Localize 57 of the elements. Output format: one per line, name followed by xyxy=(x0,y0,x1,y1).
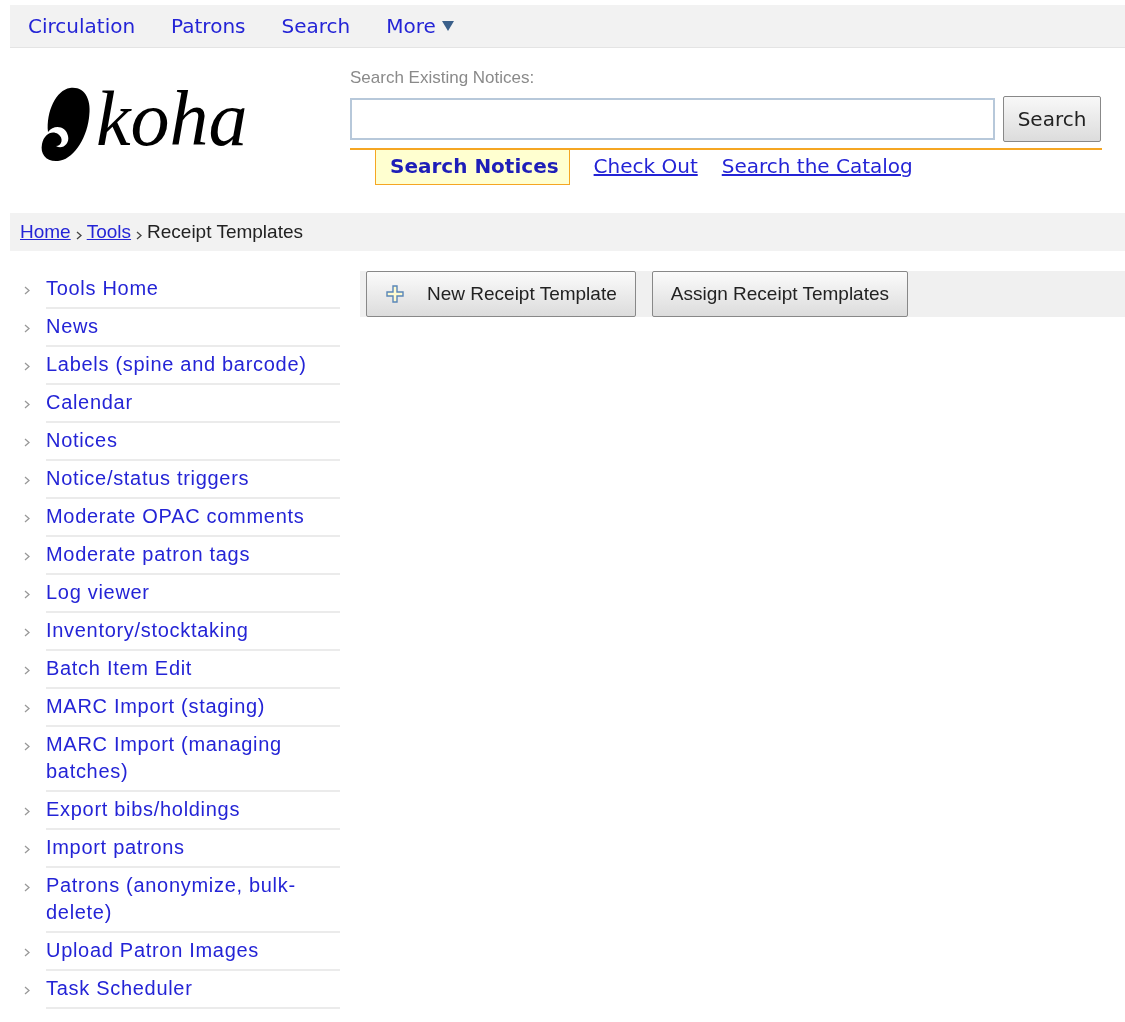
breadcrumb-current: Receipt Templates xyxy=(147,221,303,243)
sidebar-link[interactable]: Calendar xyxy=(46,385,340,423)
chevron-icon xyxy=(24,666,30,675)
sidebar-link[interactable]: MARC Import (managing batches) xyxy=(46,727,340,792)
chevron-icon xyxy=(24,628,30,637)
chevron-icon xyxy=(24,514,30,523)
sidebar-link[interactable]: Log viewer xyxy=(46,575,340,613)
nav-link[interactable]: Patrons xyxy=(171,14,246,38)
caret-icon xyxy=(441,21,454,31)
nav-link[interactable]: More xyxy=(386,14,454,38)
chevron-icon xyxy=(24,742,30,751)
chevron-icon xyxy=(24,286,30,295)
breadcrumb-link[interactable]: Home xyxy=(20,221,71,243)
nav-link[interactable]: Circulation xyxy=(28,14,136,38)
sidebar-link[interactable]: Import patrons xyxy=(46,830,340,868)
chevron-icon xyxy=(24,438,30,447)
chevron-icon xyxy=(24,324,30,333)
sidebar-link[interactable]: Upload Patron Images xyxy=(46,933,340,971)
sidebar-link[interactable]: Moderate patron tags xyxy=(46,537,340,575)
search-field[interactable] xyxy=(350,98,995,140)
chevron-icon xyxy=(24,807,30,816)
sidebar-link[interactable]: Batch Item Edit xyxy=(46,651,340,689)
chevron-icon xyxy=(24,986,30,995)
sidebar-link[interactable]: MARC Import (staging) xyxy=(46,689,340,727)
chevron-icon xyxy=(24,552,30,561)
search-tab[interactable]: Search Notices xyxy=(375,150,570,185)
assign-button[interactable]: Assign Receipt Templates xyxy=(651,271,908,317)
sidebar-link[interactable]: Labels (spine and barcode) xyxy=(46,347,340,385)
chevron-icon xyxy=(24,400,30,409)
chevron-icon xyxy=(24,362,30,371)
sidebar-link[interactable]: Task Scheduler xyxy=(46,971,340,1009)
chevron-icon xyxy=(136,230,143,240)
sidebar-link[interactable]: Notice/status triggers xyxy=(46,461,340,499)
new-button[interactable]: New Receipt Template xyxy=(366,271,636,317)
sidebar-link[interactable]: News xyxy=(46,309,340,347)
chevron-icon xyxy=(24,590,30,599)
chevron-icon xyxy=(24,948,30,957)
search-tab[interactable]: Search the Catalog xyxy=(721,150,913,182)
nav-link[interactable]: Search xyxy=(281,14,351,38)
search-tab[interactable]: Check Out xyxy=(593,150,698,182)
search-button[interactable]: Search xyxy=(1003,96,1101,142)
plus-icon xyxy=(385,284,405,304)
chevron-icon xyxy=(24,883,30,892)
logo-text: koha xyxy=(96,80,248,158)
sidebar-link[interactable]: Patrons (anonymize, bulk-delete) xyxy=(46,868,340,933)
sidebar-link[interactable]: Moderate OPAC comments xyxy=(46,499,340,537)
sidebar-link[interactable]: Notices xyxy=(46,423,340,461)
chevron-icon xyxy=(75,230,82,240)
chevron-icon xyxy=(24,704,30,713)
sidebar-link[interactable]: Export bibs/holdings xyxy=(46,792,340,830)
breadcrumb-link[interactable]: Tools xyxy=(86,221,132,243)
chevron-icon xyxy=(24,845,30,854)
chevron-icon xyxy=(24,476,30,485)
logo-mark-icon xyxy=(40,86,92,164)
sidebar-link[interactable]: Inventory/stocktaking xyxy=(46,613,340,651)
sidebar-link[interactable]: Tools Home xyxy=(46,271,340,309)
search-label: Search Existing Notices: xyxy=(350,68,536,89)
